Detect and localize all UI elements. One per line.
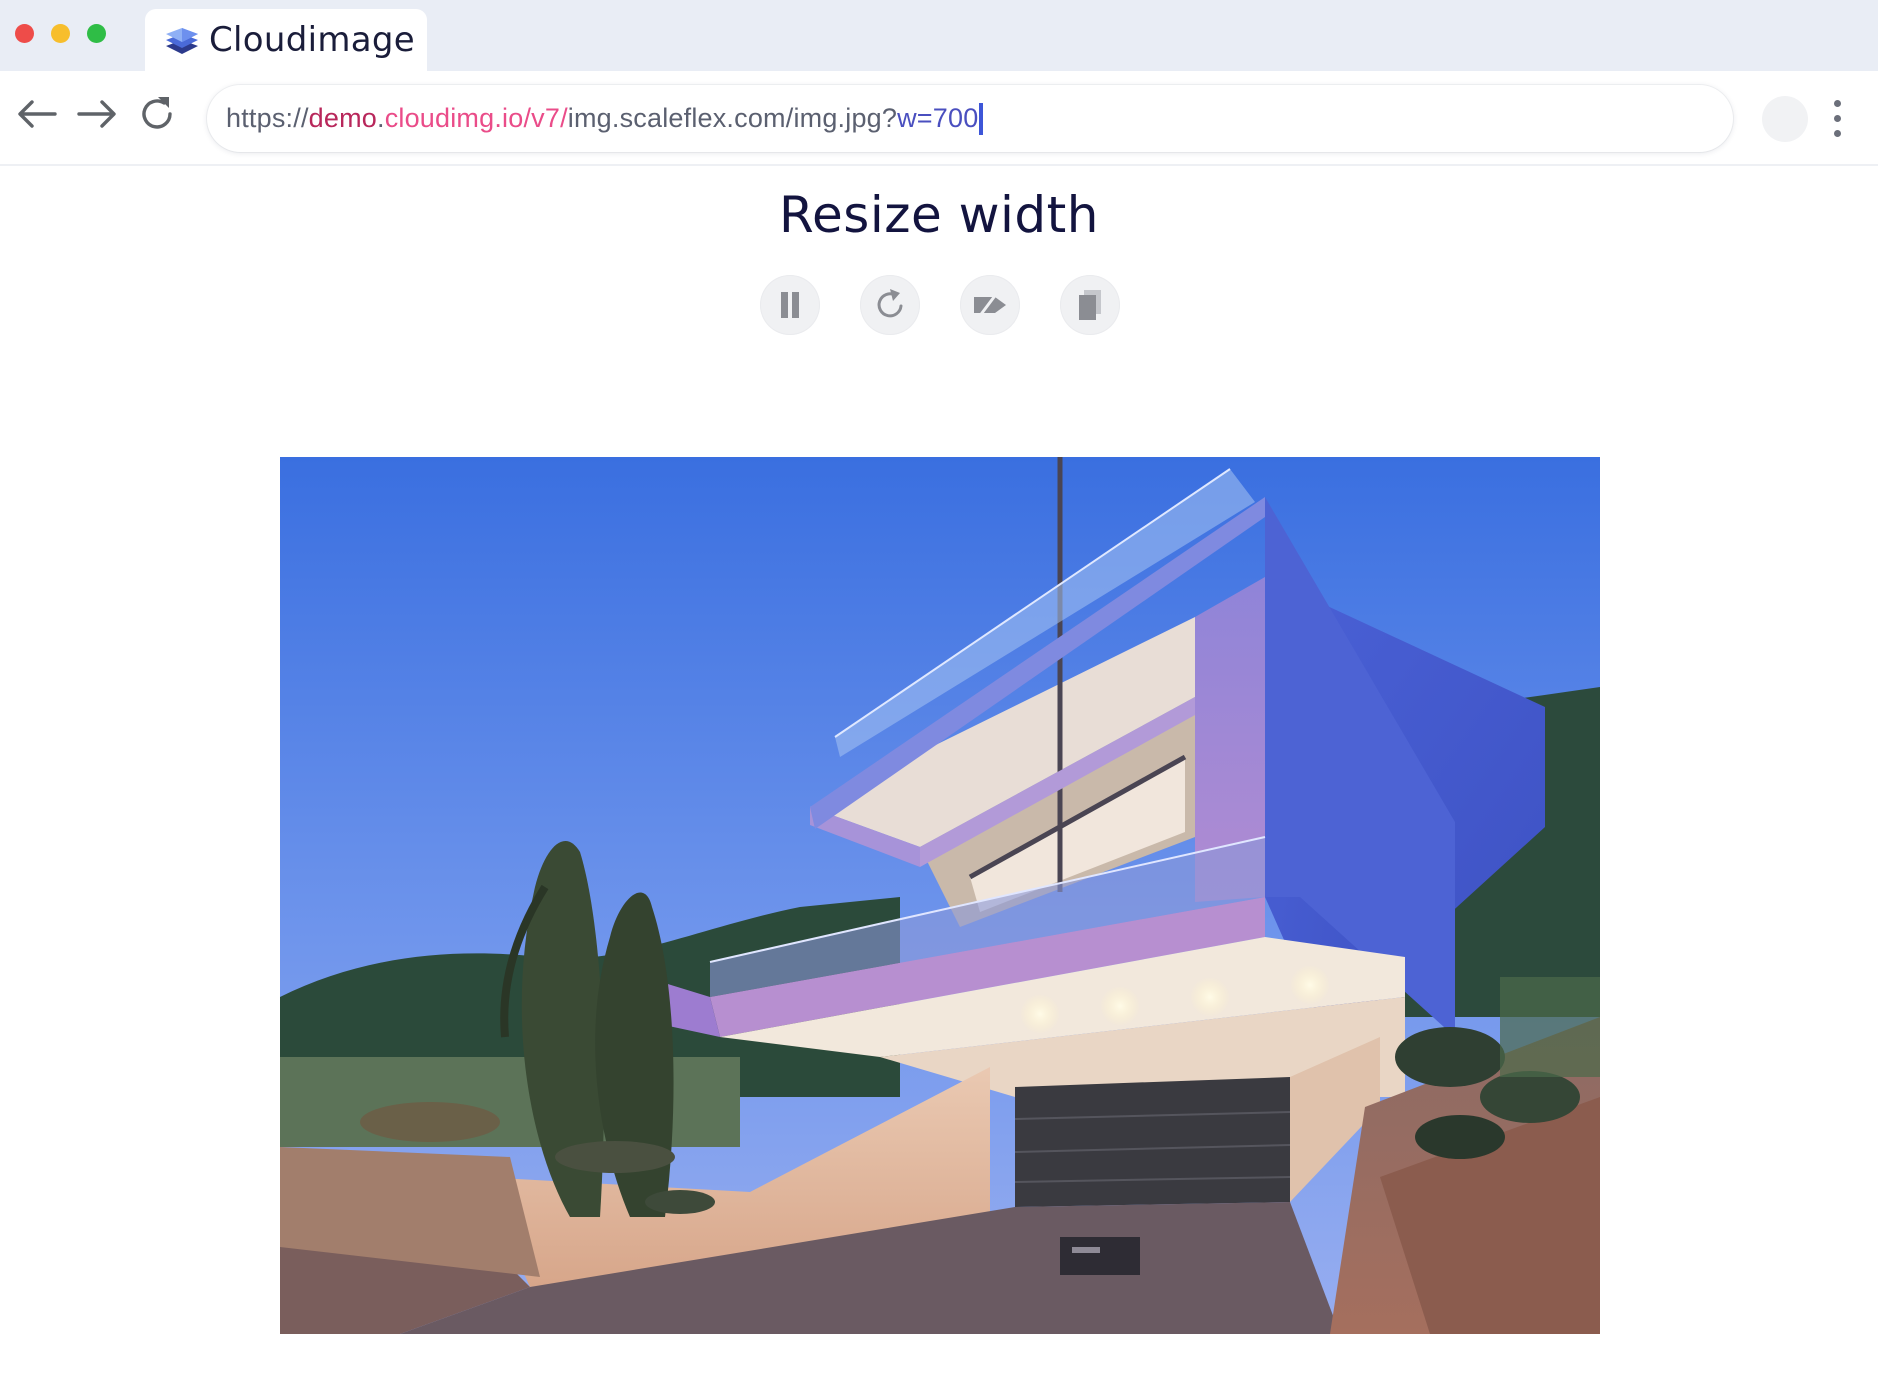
pause-button[interactable] xyxy=(760,275,820,335)
back-button[interactable] xyxy=(14,91,60,137)
menu-dot-icon xyxy=(1834,115,1841,122)
replay-button[interactable] xyxy=(860,275,920,335)
reload-button[interactable] xyxy=(134,91,180,137)
arrow-left-icon xyxy=(18,100,57,128)
replay-icon xyxy=(877,289,903,318)
demo-controls xyxy=(0,275,1878,337)
url-host-cloudimg: cloudimg.io/v7/ xyxy=(384,103,568,133)
browser-tab[interactable]: Cloudimage xyxy=(145,9,427,71)
copy-button[interactable] xyxy=(1060,275,1120,335)
url-path: img.scaleflex.com/img.jpg? xyxy=(567,103,898,133)
menu-dot-icon xyxy=(1834,100,1841,107)
url-param: w=700 xyxy=(897,103,979,133)
arrow-right-icon xyxy=(77,100,116,128)
compare-button[interactable] xyxy=(960,275,1020,335)
cloudimage-logo-icon xyxy=(164,26,200,56)
tab-strip: Cloudimage xyxy=(0,0,1878,71)
reload-icon xyxy=(142,97,172,129)
menu-dot-icon xyxy=(1834,130,1841,137)
copy-icon xyxy=(1079,290,1101,320)
minimize-window-button[interactable] xyxy=(51,24,70,43)
address-bar[interactable]: https://demo. cloudimg.io/v7/img.scalefle… xyxy=(207,85,1733,152)
more-menu-button[interactable] xyxy=(1826,96,1848,142)
compare-icon xyxy=(974,292,1006,318)
close-window-button[interactable] xyxy=(15,24,34,43)
tab-title: Cloudimage xyxy=(209,20,416,60)
text-caret xyxy=(979,102,984,135)
page-title: Resize width xyxy=(779,186,1099,244)
url-host-dot: . xyxy=(376,103,385,133)
maximize-window-button[interactable] xyxy=(87,24,106,43)
browser-toolbar: https://demo. cloudimg.io/v7/img.scalefle… xyxy=(0,71,1878,166)
pause-icon xyxy=(781,292,799,318)
forward-button[interactable] xyxy=(74,91,120,137)
modern-house-photo xyxy=(280,457,1600,1334)
profile-avatar[interactable] xyxy=(1762,96,1808,142)
url-host-demo: demo xyxy=(308,103,377,133)
url-protocol: https:// xyxy=(226,103,309,133)
